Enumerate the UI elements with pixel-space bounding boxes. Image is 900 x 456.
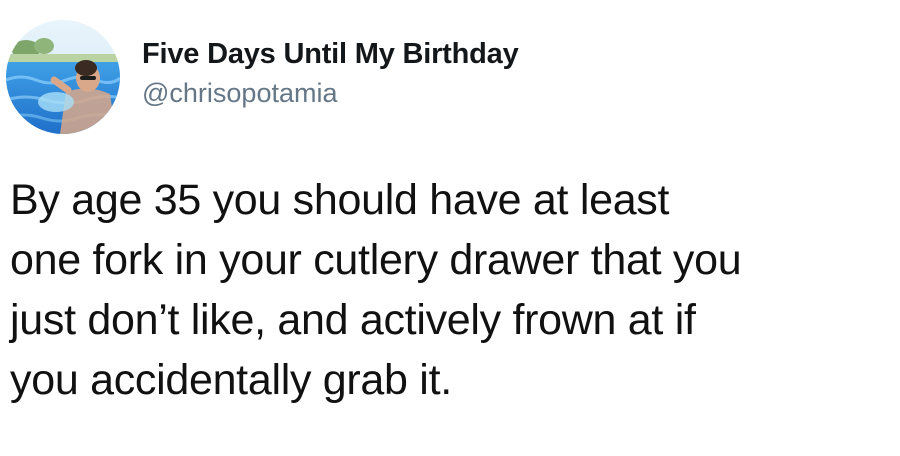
tweet-card: Five Days Until My Birthday @chrisopotam…: [0, 0, 900, 456]
avatar-photo-icon: [6, 20, 120, 134]
author-display-name[interactable]: Five Days Until My Birthday: [142, 36, 519, 72]
tweet-body-text: By age 35 you should have at least one f…: [10, 176, 742, 404]
avatar[interactable]: [6, 20, 120, 134]
author-handle[interactable]: @chrisopotamia: [142, 76, 519, 110]
tweet-header: Five Days Until My Birthday @chrisopotam…: [6, 18, 519, 136]
author-names: Five Days Until My Birthday @chrisopotam…: [142, 36, 519, 110]
